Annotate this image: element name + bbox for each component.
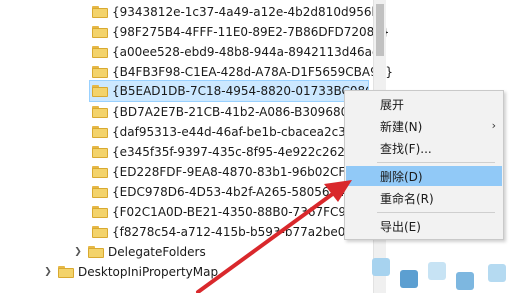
tree-item[interactable]: {a00ee528-ebd9-48b8-944a-8942113d46ac} bbox=[92, 42, 386, 62]
menu-item-label: 查找(F)... bbox=[380, 141, 432, 156]
menu-item-find[interactable]: 查找(F)... bbox=[346, 138, 502, 158]
menu-item-delete[interactable]: 删除(D) bbox=[346, 166, 502, 186]
tree-item-label: DesktopIniPropertyMap bbox=[78, 265, 219, 279]
tree-item-selected[interactable]: {B5EAD1DB-7C18-4954-8820-01733BC08C83} bbox=[89, 80, 369, 102]
tree-item-label: {B4FB3F98-C1EA-428d-A78A-D1F5659CBA93} bbox=[112, 65, 394, 79]
folder-icon bbox=[92, 66, 108, 78]
menu-separator bbox=[377, 162, 495, 163]
tree-item-label: {9343812e-1c37-4a49-a12e-4b2d810d956b} bbox=[112, 5, 387, 19]
tree-item[interactable]: {f8278c54-a712-415b-b593-b77a2be0dda9} bbox=[92, 222, 383, 242]
folder-icon bbox=[92, 206, 108, 218]
menu-item-label: 新建(N) bbox=[380, 119, 423, 134]
decoration-blob bbox=[400, 270, 418, 288]
folder-icon bbox=[92, 186, 108, 198]
folder-icon bbox=[92, 26, 108, 38]
menu-item-new[interactable]: 新建(N) › bbox=[346, 116, 502, 136]
tree-item-label: {a00ee528-ebd9-48b8-944a-8942113d46ac} bbox=[112, 45, 387, 59]
folder-icon bbox=[88, 246, 104, 258]
menu-item-label: 重命名(R) bbox=[380, 191, 434, 206]
tree-item-label: {f8278c54-a712-415b-b593-b77a2be0dda9} bbox=[112, 225, 384, 239]
submenu-chevron-icon: › bbox=[491, 119, 496, 132]
tree-item-label: {B5EAD1DB-7C18-4954-8820-01733BC08C83} bbox=[112, 84, 368, 98]
menu-item-export[interactable]: 导出(E) bbox=[346, 216, 502, 236]
folder-icon bbox=[92, 126, 108, 138]
tree-item[interactable]: ❯ DelegateFolders bbox=[72, 242, 206, 262]
menu-item-label: 展开 bbox=[380, 97, 405, 112]
folder-icon bbox=[92, 85, 108, 97]
tree-item[interactable]: {daf95313-e44d-46af-be1b-cbacea2c3065} bbox=[92, 122, 376, 142]
menu-item-label: 删除(D) bbox=[380, 169, 423, 184]
decoration-blob bbox=[488, 264, 506, 282]
context-menu: 展开 新建(N) › 查找(F)... 删除(D) 重命名(R) 导出(E) bbox=[344, 90, 504, 240]
decoration-blob bbox=[456, 272, 474, 290]
tree-item[interactable]: {e345f35f-9397-435c-8f95-4e922c26259e} bbox=[92, 142, 375, 162]
scrollbar-thumb[interactable] bbox=[376, 4, 384, 56]
tree-item[interactable]: {9343812e-1c37-4a49-a12e-4b2d810d956b} bbox=[92, 2, 387, 22]
registry-tree[interactable]: {9343812e-1c37-4a49-a12e-4b2d810d956b} {… bbox=[0, 0, 395, 293]
folder-icon bbox=[92, 46, 108, 58]
folder-icon bbox=[92, 146, 108, 158]
folder-icon bbox=[58, 266, 74, 278]
tree-item-label: DelegateFolders bbox=[108, 245, 206, 259]
decoration-blob bbox=[428, 262, 446, 280]
folder-icon bbox=[92, 226, 108, 238]
decoration-blob bbox=[372, 258, 390, 276]
tree-item[interactable]: {B4FB3F98-C1EA-428d-A78A-D1F5659CBA93} bbox=[92, 62, 393, 82]
menu-separator bbox=[377, 212, 495, 213]
folder-icon bbox=[92, 166, 108, 178]
expand-chevron-icon[interactable]: ❯ bbox=[42, 267, 54, 277]
expand-chevron-icon[interactable]: ❯ bbox=[72, 247, 84, 257]
tree-item-label: {98F275B4-4FFF-11E0-89E2-7B86DFD72085} bbox=[112, 25, 390, 39]
folder-icon bbox=[92, 6, 108, 18]
menu-item-label: 导出(E) bbox=[380, 219, 421, 234]
tree-item-label: {e345f35f-9397-435c-8f95-4e922c26259e} bbox=[112, 145, 376, 159]
tree-item[interactable]: ❯ DesktopIniPropertyMap bbox=[42, 262, 218, 282]
menu-item-rename[interactable]: 重命名(R) bbox=[346, 188, 502, 208]
tree-item[interactable]: {98F275B4-4FFF-11E0-89E2-7B86DFD72085} bbox=[92, 22, 390, 42]
folder-icon bbox=[92, 106, 108, 118]
menu-item-expand[interactable]: 展开 bbox=[346, 94, 502, 114]
tree-item-label: {daf95313-e44d-46af-be1b-cbacea2c3065} bbox=[112, 125, 377, 139]
